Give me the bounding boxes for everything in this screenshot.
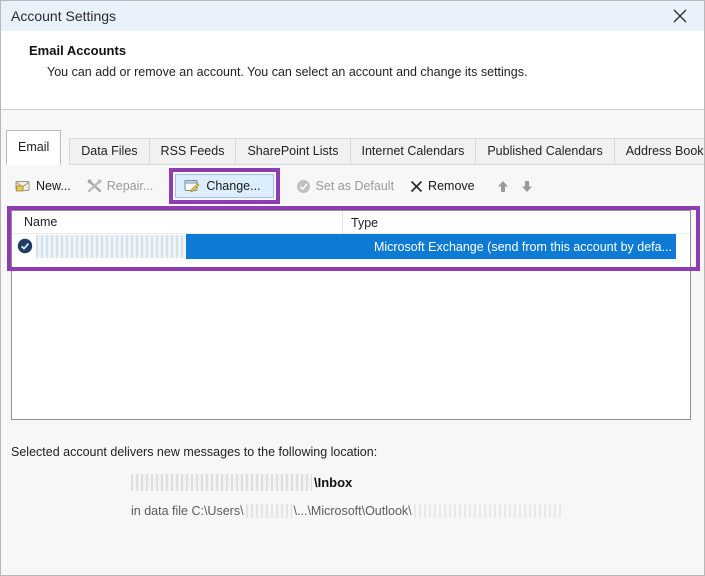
page-title: Email Accounts	[29, 43, 126, 58]
tab-address-books[interactable]: Address Books	[615, 138, 705, 165]
window-title: Account Settings	[11, 8, 116, 24]
column-header-type[interactable]: Type	[342, 211, 378, 234]
account-settings-dialog: Account Settings Email Accounts You can …	[0, 0, 705, 576]
remove-account-button[interactable]: Remove	[410, 179, 475, 193]
data-file-middle: \...\Microsoft\Outlook\	[294, 504, 412, 518]
column-header-name[interactable]: Name	[12, 215, 57, 229]
accounts-list[interactable]: Name Type Microsoft Exchange (send from …	[11, 210, 691, 420]
tab-sharepoint-lists[interactable]: SharePoint Lists	[236, 138, 350, 165]
data-file-path-line: in data file C:\Users\ \...\Microsoft\Ou…	[131, 504, 564, 518]
account-type-text: Microsoft Exchange (send from this accou…	[374, 240, 672, 254]
move-up-icon[interactable]	[497, 180, 509, 193]
data-file-prefix: in data file C:\Users\	[131, 504, 244, 518]
close-button[interactable]	[666, 4, 694, 28]
set-as-default-label: Set as Default	[316, 179, 395, 193]
new-account-button[interactable]: New...	[15, 179, 71, 193]
change-icon	[184, 179, 200, 193]
data-file-name-redacted	[414, 504, 564, 518]
remove-icon	[410, 180, 423, 193]
new-account-label: New...	[36, 179, 71, 193]
tab-strip: Email Data Files RSS Feeds SharePoint Li…	[6, 120, 705, 165]
set-as-default-button[interactable]: Set as Default	[296, 179, 395, 194]
tab-email[interactable]: Email	[6, 130, 61, 165]
page-description: You can add or remove an account. You ca…	[47, 65, 527, 79]
title-bar: Account Settings	[1, 1, 704, 31]
delivery-folder-line: \Inbox	[131, 474, 352, 491]
repair-icon	[87, 179, 102, 193]
account-name-redacted	[36, 235, 186, 258]
repair-account-label: Repair...	[107, 179, 154, 193]
change-account-label: Change...	[206, 179, 260, 193]
delivery-location-text: Selected account delivers new messages t…	[11, 445, 377, 459]
username-redacted	[246, 504, 292, 518]
new-mail-icon	[15, 179, 31, 193]
change-account-button[interactable]: Change...	[175, 174, 273, 198]
row-selection-highlight: Microsoft Exchange (send from this accou…	[186, 234, 676, 259]
account-row-selected[interactable]: Microsoft Exchange (send from this accou…	[12, 234, 690, 259]
tab-data-files[interactable]: Data Files	[69, 138, 149, 165]
tab-internet-calendars[interactable]: Internet Calendars	[351, 138, 477, 165]
tab-rss-feeds[interactable]: RSS Feeds	[150, 138, 237, 165]
default-account-check-icon	[17, 238, 33, 254]
repair-account-button[interactable]: Repair...	[87, 179, 154, 193]
inbox-path-label: \Inbox	[314, 475, 352, 490]
accounts-toolbar: New... Repair...	[15, 166, 533, 206]
list-header: Name Type	[12, 211, 690, 234]
tab-published-calendars[interactable]: Published Calendars	[476, 138, 614, 165]
move-down-icon[interactable]	[521, 180, 533, 193]
reorder-buttons	[497, 180, 533, 193]
close-icon	[673, 9, 687, 23]
accounts-panel: Email Data Files RSS Feeds SharePoint Li…	[1, 110, 704, 576]
change-button-annotation: Change...	[169, 168, 279, 204]
set-default-icon	[296, 179, 311, 194]
remove-account-label: Remove	[428, 179, 475, 193]
mailbox-name-redacted	[131, 474, 312, 491]
